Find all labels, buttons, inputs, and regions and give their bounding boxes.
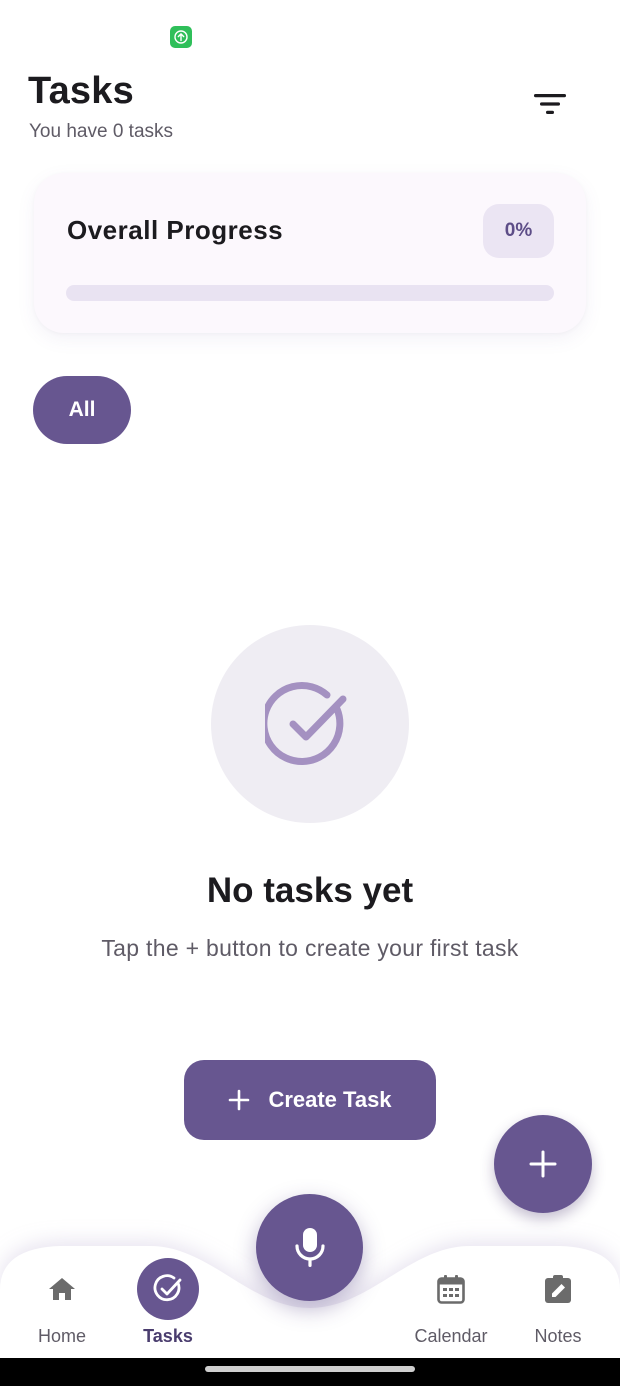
filter-chip-all[interactable]: All xyxy=(33,376,131,444)
nav-item-home[interactable]: Home xyxy=(7,1258,117,1358)
nav-item-tasks[interactable]: Tasks xyxy=(113,1258,223,1358)
mic-icon xyxy=(294,1227,325,1267)
empty-state-illustration xyxy=(211,625,409,823)
voice-input-button[interactable] xyxy=(256,1194,363,1301)
filter-button[interactable] xyxy=(526,84,574,124)
nav-item-calendar[interactable]: Calendar xyxy=(396,1258,506,1358)
nav-label-tasks: Tasks xyxy=(143,1326,193,1346)
progress-bar xyxy=(66,285,554,301)
create-task-button[interactable]: Create Task xyxy=(184,1060,436,1140)
upload-notification-icon xyxy=(170,26,192,48)
progress-title: Overall Progress xyxy=(67,215,284,245)
create-task-label: Create Task xyxy=(268,1087,392,1112)
home-icon xyxy=(49,1278,75,1300)
filter-icon xyxy=(534,94,566,114)
system-navigation-bar xyxy=(0,1358,620,1386)
progress-percent-badge: 0% xyxy=(483,204,554,258)
empty-state-message: Tap the + button to create your first ta… xyxy=(101,935,519,961)
plus-icon xyxy=(229,1089,250,1111)
page-title: Tasks xyxy=(28,70,134,112)
nav-label-calendar: Calendar xyxy=(414,1326,488,1346)
calendar-icon xyxy=(437,1275,465,1304)
note-edit-icon xyxy=(545,1275,571,1303)
nav-label-notes: Notes xyxy=(534,1326,582,1346)
check-circle-icon xyxy=(153,1274,182,1302)
task-count-subtitle: You have 0 tasks xyxy=(29,121,174,142)
nav-label-home: Home xyxy=(37,1326,86,1346)
nav-item-notes[interactable]: Notes xyxy=(503,1258,613,1358)
plus-icon xyxy=(529,1150,557,1178)
check-circle-icon xyxy=(265,682,347,765)
empty-state-title: No tasks yet xyxy=(206,871,414,910)
overall-progress-card: Overall Progress 0% xyxy=(34,173,586,333)
home-gesture-indicator[interactable] xyxy=(205,1366,415,1372)
